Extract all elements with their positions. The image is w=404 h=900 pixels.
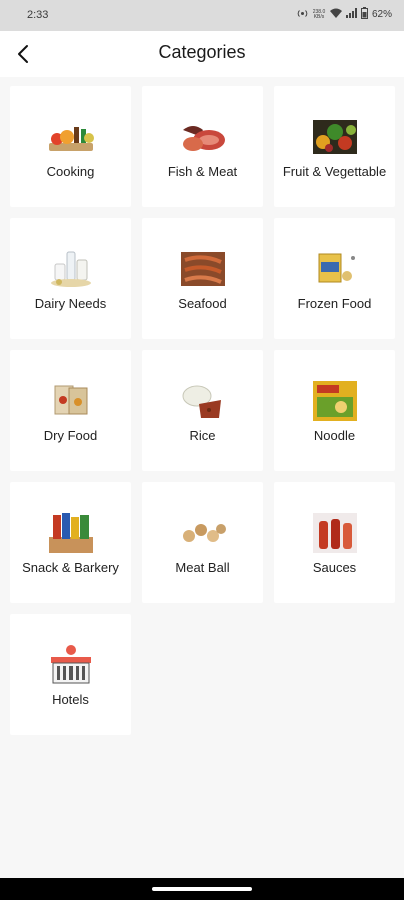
fruit-vegetable-icon xyxy=(311,118,359,156)
sauces-icon xyxy=(311,513,359,553)
category-label: Dairy Needs xyxy=(34,296,107,311)
hotels-icon xyxy=(47,645,95,684)
fish-meat-icon xyxy=(179,118,227,156)
status-icons: 238.0 KB/s 62% xyxy=(297,7,392,22)
system-nav-bar xyxy=(0,878,404,900)
category-grid: Cooking Fish & Meat Fruit & Vegettable D… xyxy=(10,86,395,735)
category-label: Fish & Meat xyxy=(167,164,238,179)
net-speed: 238.0 KB/s xyxy=(312,9,326,20)
snack-icon xyxy=(47,513,95,553)
category-tile-noodle[interactable]: Noodle xyxy=(274,350,395,471)
rice-icon xyxy=(179,382,227,420)
page-title: Categories xyxy=(158,42,246,62)
category-tile-cooking[interactable]: Cooking xyxy=(10,86,131,207)
category-tile-meat-ball[interactable]: Meat Ball xyxy=(142,482,263,603)
category-label: Snack & Barkery xyxy=(22,560,119,575)
dairy-icon xyxy=(47,250,95,288)
dry-food-icon xyxy=(47,382,95,420)
hotspot-icon xyxy=(297,8,308,22)
category-label: Meat Ball xyxy=(175,560,230,575)
category-tile-rice[interactable]: Rice xyxy=(142,350,263,471)
category-label: Sauces xyxy=(312,560,357,575)
category-tile-fish-meat[interactable]: Fish & Meat xyxy=(142,86,263,207)
battery-percent: 62% xyxy=(371,9,392,20)
home-indicator[interactable] xyxy=(152,887,252,891)
status-bar: 2:33 238.0 KB/s 62% xyxy=(0,0,404,31)
category-label: Noodle xyxy=(313,428,356,443)
frozen-food-icon xyxy=(311,250,359,288)
category-tile-fruit-vegetable[interactable]: Fruit & Vegettable xyxy=(274,86,395,207)
category-label: Fruit & Vegettable xyxy=(282,164,387,179)
noodle-icon xyxy=(311,381,359,421)
meat-ball-icon xyxy=(179,514,227,552)
category-tile-dry-food[interactable]: Dry Food xyxy=(10,350,131,471)
category-label: Cooking xyxy=(46,164,95,179)
category-tile-frozen-food[interactable]: Frozen Food xyxy=(274,218,395,339)
status-time: 2:33 xyxy=(27,9,49,21)
seafood-icon xyxy=(179,250,227,288)
cooking-icon xyxy=(47,118,95,156)
net-speed-unit: KB/s xyxy=(313,13,325,20)
wifi-icon xyxy=(329,8,342,21)
battery-icon xyxy=(360,7,368,22)
category-label: Seafood xyxy=(178,296,227,311)
category-tile-hotels[interactable]: Hotels xyxy=(10,614,131,735)
category-tile-seafood[interactable]: Seafood xyxy=(142,218,263,339)
category-tile-snack-barkery[interactable]: Snack & Barkery xyxy=(10,482,131,603)
category-tile-dairy-needs[interactable]: Dairy Needs xyxy=(10,218,131,339)
category-label: Rice xyxy=(189,428,216,443)
app-bar: Categories xyxy=(0,31,404,77)
category-label: Dry Food xyxy=(43,428,98,443)
signal-icon xyxy=(345,8,357,21)
category-label: Hotels xyxy=(52,692,89,707)
category-label: Frozen Food xyxy=(297,296,372,311)
category-tile-sauces[interactable]: Sauces xyxy=(274,482,395,603)
